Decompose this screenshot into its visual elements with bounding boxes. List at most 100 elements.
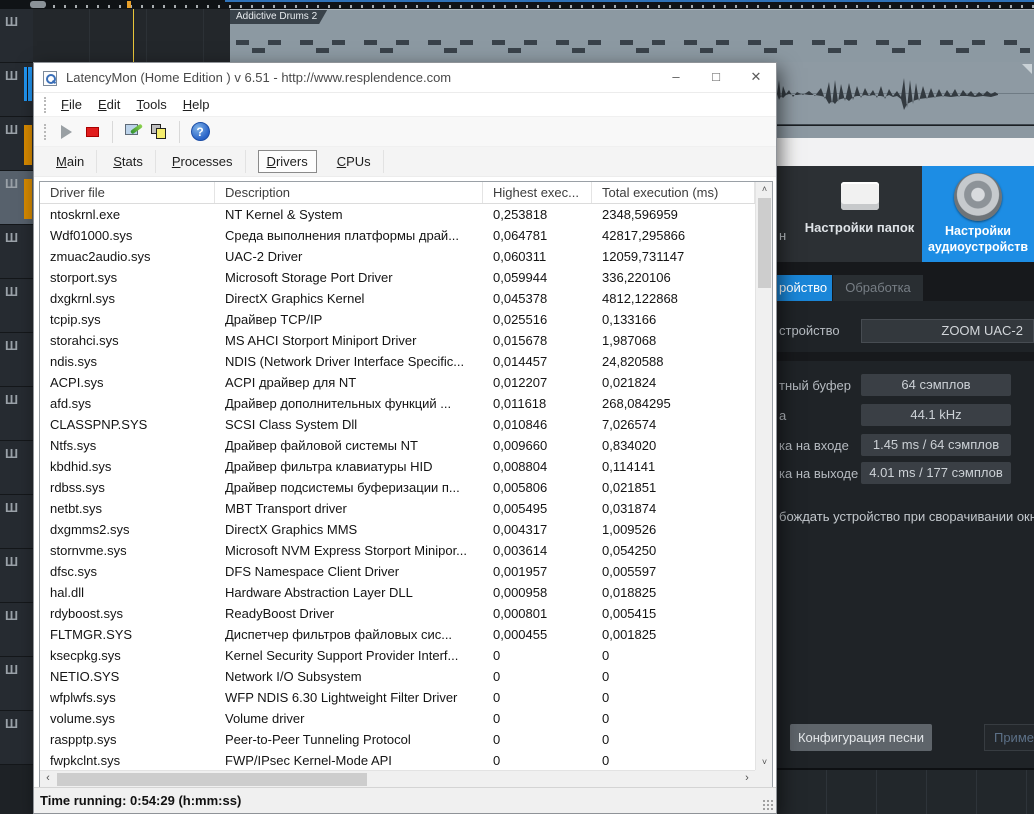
option-value-field[interactable]: 1.45 ms / 64 сэмплов — [861, 434, 1011, 456]
resize-grip[interactable] — [762, 799, 774, 811]
table-row[interactable]: stornvme.sys Microsoft NVM Express Storpo… — [40, 540, 755, 561]
track-header[interactable]: Ш — [0, 441, 33, 495]
track-header[interactable]: Ш — [0, 279, 33, 333]
table-row[interactable]: Ntfs.sys Драйвер файловой системы NT 0,009… — [40, 435, 755, 456]
tab-device[interactable]: ройство — [777, 275, 832, 301]
table-row[interactable]: tcpip.sys Драйвер TCP/IP 0,025516 0,133166 — [40, 309, 755, 330]
table-row[interactable]: dfsc.sys DFS Namespace Client Driver 0,001… — [40, 561, 755, 582]
track-header[interactable]: Ш — [0, 225, 33, 279]
song-config-button[interactable]: Конфигурация песни — [790, 724, 932, 751]
table-row[interactable]: ndis.sys NDIS (Network Driver Interface S… — [40, 351, 755, 372]
daw-timeline-ruler[interactable] — [0, 0, 1034, 9]
tab-drivers[interactable]: Drivers — [257, 150, 317, 173]
column-header[interactable]: Driver file — [40, 182, 215, 203]
cell-driver-file: storahci.sys — [50, 333, 119, 348]
audio-clip[interactable] — [777, 62, 1034, 125]
track-header[interactable]: Ш — [0, 495, 33, 549]
track-header[interactable]: Ш — [0, 549, 33, 603]
instrument-track-icon: Ш — [5, 500, 19, 515]
audio-settings-button[interactable]: Настройки аудиоустройств — [922, 166, 1034, 262]
menu-file[interactable]: File — [53, 97, 90, 112]
minimize-button[interactable]: – — [656, 63, 696, 93]
start-monitor-button[interactable] — [53, 120, 79, 144]
drive-icon — [840, 182, 879, 210]
title-bar[interactable]: LatencyMon (Home Edition ) v 6.51 - http… — [34, 63, 776, 93]
table-row[interactable]: raspptp.sys Peer-to-Peer Tunneling Protoc… — [40, 729, 755, 750]
folders-settings-button[interactable]: Настройки папок — [797, 174, 922, 258]
table-row[interactable]: netbt.sys MBT Transport driver 0,005495 0,0… — [40, 498, 755, 519]
track-header[interactable]: Ш — [0, 333, 33, 387]
track-header[interactable]: Ш — [0, 657, 33, 711]
dialog-top-strip — [777, 138, 1034, 166]
tab-stats[interactable]: Stats — [101, 150, 156, 173]
table-row[interactable]: NETIO.SYS Network I/O Subsystem 0 0 — [40, 666, 755, 687]
ruler-marker[interactable] — [30, 1, 46, 8]
track-header[interactable]: Ш — [0, 603, 33, 657]
track-header[interactable]: Ш — [0, 9, 33, 63]
midi-clip[interactable]: Addictive Drums 2 — [230, 9, 1034, 62]
scroll-left-arrow[interactable]: ‹ — [40, 771, 56, 788]
stop-monitor-button[interactable] — [79, 120, 105, 144]
column-header[interactable]: Total execution (ms) — [592, 182, 755, 203]
close-button[interactable]: ✕ — [736, 63, 776, 93]
table-header[interactable]: Driver file Description Highest exec... Tot… — [40, 182, 755, 204]
table-row[interactable]: wfplwfs.sys WFP NDIS 6.30 Lightweight Fil… — [40, 687, 755, 708]
menu-help[interactable]: Help — [175, 97, 218, 112]
table-row[interactable]: ntoskrnl.exe NT Kernel & System 0,253818 23… — [40, 204, 755, 225]
menu-edit[interactable]: Edit — [90, 97, 128, 112]
maximize-button[interactable]: □ — [696, 63, 736, 93]
table-row[interactable]: dxgmms2.sys DirectX Graphics MMS 0,004317 1… — [40, 519, 755, 540]
scroll-right-arrow[interactable]: › — [739, 771, 755, 788]
cell-highest-exec: 0,001957 — [493, 564, 548, 579]
table-row[interactable]: FLTMGR.SYS Диспетчер фильтров файловых си… — [40, 624, 755, 645]
cell-total-exec: 1,009526 — [602, 522, 657, 537]
cell-description: MBT Transport driver — [225, 501, 347, 516]
table-row[interactable]: rdbss.sys Драйвер подсистемы буферизации … — [40, 477, 755, 498]
scroll-down-arrow[interactable]: ˅ — [756, 755, 773, 770]
table-row[interactable]: zmuac2audio.sys UAC-2 Driver 0,060311 12059… — [40, 246, 755, 267]
table-row[interactable]: CLASSPNP.SYS SCSI Class System Dll 0,01084… — [40, 414, 755, 435]
arrangement-area[interactable]: Addictive Drums 2 — [33, 9, 1034, 62]
toolbar-drag-handle-2[interactable] — [44, 123, 47, 140]
table-row[interactable]: Wdf01000.sys Среда выполнения платформы д… — [40, 225, 755, 246]
table-row[interactable]: kbdhid.sys Драйвер фильтра клавиатуры HID… — [40, 456, 755, 477]
table-row[interactable]: storport.sys Microsoft Storage Port Drive… — [40, 267, 755, 288]
tab-processing[interactable]: Обработка — [833, 275, 923, 301]
scroll-up-arrow[interactable]: ˄ — [756, 182, 773, 197]
help-button[interactable]: ? — [187, 120, 213, 144]
tab-processes[interactable]: Processes — [160, 150, 246, 173]
release-device-checkbox-label[interactable]: бождать устройство при сворачивании окна — [779, 509, 1034, 524]
option-value-field[interactable]: 64 сэмплов — [861, 374, 1011, 396]
table-row[interactable]: ACPI.sys ACPI драйвер для NT 0,012207 0,021… — [40, 372, 755, 393]
option-value-field[interactable]: 4.01 ms / 177 сэмплов — [861, 462, 1011, 484]
column-header[interactable]: Highest exec... — [483, 182, 592, 203]
tab-main[interactable]: Main — [44, 150, 98, 173]
edit-report-button[interactable] — [120, 120, 146, 144]
vertical-scrollbar[interactable]: ˄ ˅ — [755, 182, 772, 770]
table-row[interactable]: ksecpkg.sys Kernel Security Support Provi… — [40, 645, 755, 666]
option-value-field[interactable]: 44.1 kHz — [861, 404, 1011, 426]
apply-button[interactable]: Приме — [984, 724, 1034, 751]
table-row[interactable]: afd.sys Драйвер дополнительных функций ..… — [40, 393, 755, 414]
audio-settings-label-line2: аудиоустройств — [927, 239, 1029, 254]
track-header[interactable]: Ш — [0, 171, 33, 225]
track-header[interactable]: Ш — [0, 63, 33, 117]
table-row[interactable]: rdyboost.sys ReadyBoost Driver 0,000801 0,0… — [40, 603, 755, 624]
horizontal-scroll-thumb[interactable] — [57, 773, 367, 786]
table-row[interactable]: hal.dll Hardware Abstraction Layer DLL 0,0… — [40, 582, 755, 603]
tab-cpus[interactable]: CPUs — [325, 150, 384, 173]
device-select[interactable]: ZOOM UAC-2 — [861, 319, 1034, 343]
horizontal-scrollbar[interactable]: ‹ › — [40, 770, 755, 787]
track-header[interactable]: Ш — [0, 711, 33, 765]
track-header[interactable]: Ш — [0, 387, 33, 441]
toolbar-drag-handle[interactable] — [44, 96, 47, 113]
copy-report-button[interactable] — [146, 120, 172, 144]
track-header[interactable]: Ш — [0, 117, 33, 171]
table-row[interactable]: storahci.sys MS AHCI Storport Miniport Dr… — [40, 330, 755, 351]
vertical-scroll-thumb[interactable] — [758, 198, 771, 288]
table-row[interactable]: fwpkclnt.sys FWP/IPsec Kernel-Mode API 0 0 — [40, 750, 755, 770]
table-row[interactable]: dxgkrnl.sys DirectX Graphics Kernel 0,0453… — [40, 288, 755, 309]
column-header[interactable]: Description — [215, 182, 483, 203]
table-row[interactable]: volume.sys Volume driver 0 0 — [40, 708, 755, 729]
menu-tools[interactable]: Tools — [128, 97, 174, 112]
